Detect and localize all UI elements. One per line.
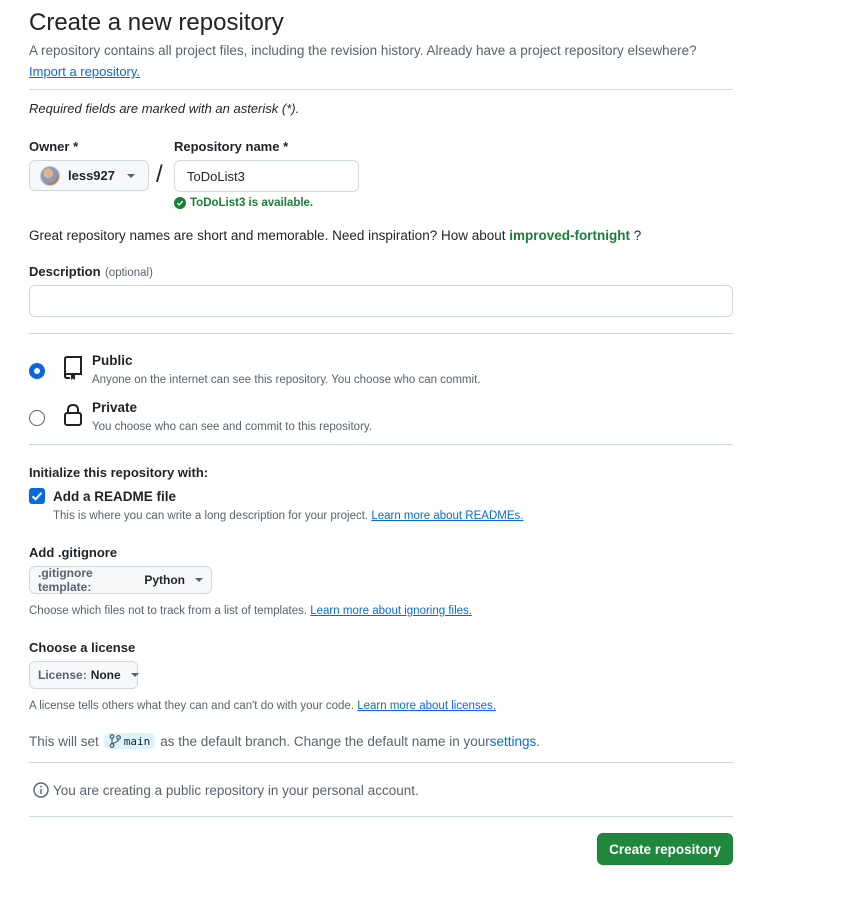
divider [29,762,733,763]
repo-name-label: Repository name * [174,139,289,154]
chevron-down-icon [127,173,135,178]
repo-name-input[interactable] [174,160,359,192]
name-suggestion: Great repository names are short and mem… [29,228,641,243]
license-select-value: None [90,668,121,682]
owner-select[interactable]: less927 [29,160,149,191]
checkmark-icon [31,492,43,501]
license-description: A license tells others what they can and… [29,700,496,712]
user-avatar-icon [40,165,60,186]
availability-text: ToDoList3 is available. [190,197,314,209]
license-select-prefix: License: [38,668,87,682]
owner-name: less927 [68,168,115,183]
divider [29,89,733,90]
divider [29,816,733,817]
readme-description: This is where you can write a long descr… [53,510,523,522]
description-input[interactable] [29,285,733,317]
branch-text-end: . [536,733,541,749]
lock-icon [64,403,82,426]
branch-pill: main [103,733,156,749]
readme-learn-more-link[interactable]: Learn more about READMEs. [371,510,523,522]
branch-text-after: as the default branch. Change the defaul… [160,733,490,749]
gitignore-select[interactable]: .gitignore template: Python [29,566,212,594]
default-branch-note: This will set main as the default branch… [29,733,540,749]
branch-name: main [123,734,151,748]
gitignore-select-prefix: .gitignore template: [38,566,93,594]
info-icon [33,782,49,798]
gitignore-learn-more-link[interactable]: Learn more about ignoring files. [310,605,472,617]
chevron-down-icon [195,578,203,582]
create-repository-button[interactable]: Create repository [597,833,733,865]
readme-label[interactable]: Add a README file [53,489,176,504]
required-fields-note: Required fields are marked with an aster… [29,101,300,116]
public-label[interactable]: Public [92,353,133,368]
gitignore-heading: Add .gitignore [29,545,118,560]
license-learn-more-link[interactable]: Learn more about licenses. [357,700,496,712]
init-heading: Initialize this repository with: [29,465,209,480]
owner-label: Owner * [29,139,79,154]
license-select[interactable]: License: None [29,661,139,689]
availability-message: ToDoList3 is available. [174,197,313,209]
public-radio[interactable] [29,363,45,379]
private-radio[interactable] [29,410,45,426]
owner-repo-separator: / [156,161,163,188]
description-label: Description (optional) [29,263,153,281]
page-subtitle: A repository contains all project files,… [29,43,697,58]
private-label[interactable]: Private [92,400,137,415]
suggestion-end: ? [633,228,642,243]
license-heading: Choose a license [29,640,136,655]
branch-text-before: This will set [29,733,99,749]
license-description-text: A license tells others what they can and… [29,700,355,712]
public-repo-notice: You are creating a public repository in … [33,782,419,798]
description-optional: (optional) [104,267,153,279]
notice-text: You are creating a public repository in … [53,782,419,798]
gitignore-description: Choose which files not to track from a l… [29,605,472,617]
page-title: Create a new repository [29,9,284,36]
settings-link[interactable]: settings [490,734,537,749]
import-repository-link[interactable]: Import a repository. [29,64,140,79]
git-branch-icon [109,734,121,748]
suggestion-text: Great repository names are short and mem… [29,228,506,243]
readme-checkbox[interactable] [29,488,45,504]
gitignore-description-text: Choose which files not to track from a l… [29,605,308,617]
private-description: You choose who can see and commit to thi… [92,421,372,433]
chevron-down-icon [130,673,139,677]
divider [29,444,733,445]
repo-icon [64,356,82,380]
check-circle-icon [174,197,186,209]
gitignore-select-value: Python [144,573,185,587]
divider [29,333,733,334]
suggested-name[interactable]: improved-fortnight [509,228,630,243]
description-label-text: Description [29,264,101,279]
public-description: Anyone on the internet can see this repo… [92,374,481,386]
readme-description-text: This is where you can write a long descr… [53,510,369,522]
